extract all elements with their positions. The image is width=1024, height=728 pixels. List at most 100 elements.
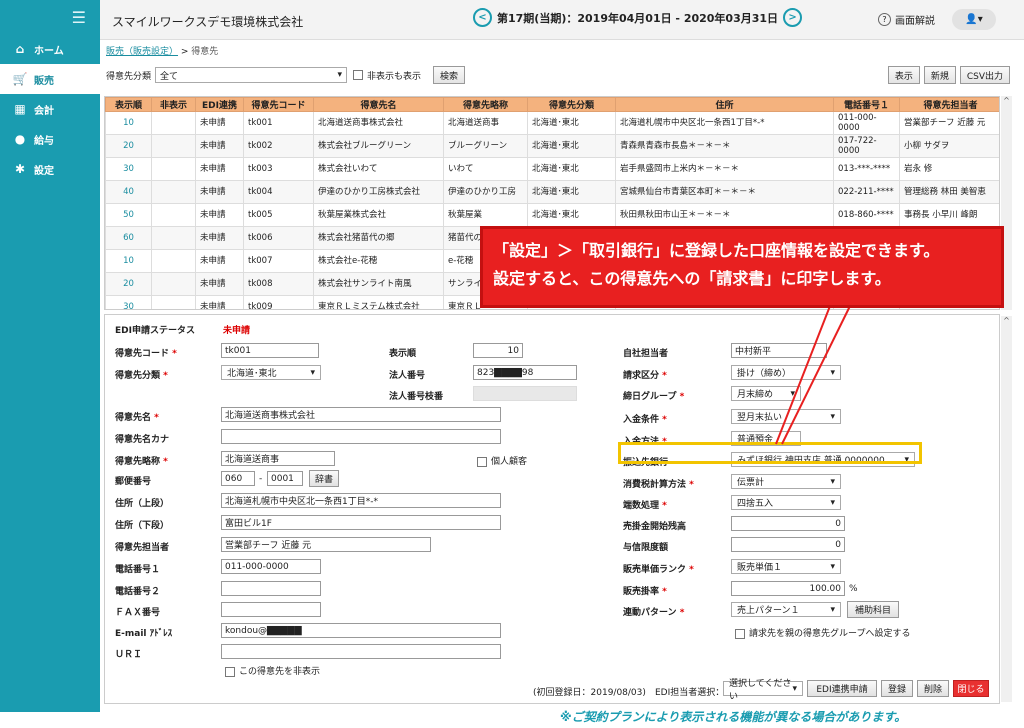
fax-label: ＦＡＸ番号 (115, 608, 161, 618)
chevron-down-icon: ▾ (830, 561, 835, 572)
payment-terms-value: 翌月末払い (737, 413, 783, 423)
app-root: ☰ ⌂ ホーム 🛒 販売 ▦ 会計 ● 給与 ✱ 設定 スマイルワークスデモ環境株式会社 … (0, 0, 1024, 728)
customer-code-input[interactable]: tk001 (221, 343, 319, 358)
table-cell: 未申請 (195, 111, 244, 135)
column-header[interactable]: 表示順 (105, 97, 152, 112)
csv-export-button[interactable]: CSV出力 (959, 66, 1010, 84)
column-header[interactable]: 住所 (615, 97, 834, 112)
table-cell: tk009 (243, 295, 314, 309)
customer-name-label: 得意先名 * (115, 410, 159, 423)
rounding-select[interactable]: 四捨五入 ▾ (731, 495, 841, 510)
billing-type-select[interactable]: 掛け（締め） ▾ (731, 365, 841, 380)
delete-button[interactable]: 削除 (917, 680, 949, 697)
table-cell: 北海道･東北 (527, 180, 616, 204)
display-order-input[interactable]: 10 (473, 343, 523, 358)
column-header[interactable]: 得意先分類 (527, 97, 616, 112)
hide-customer-checkbox[interactable] (225, 666, 235, 677)
sidebar-item-home[interactable]: ⌂ ホーム (0, 34, 100, 64)
table-cell (151, 180, 196, 204)
search-button[interactable]: 検索 (433, 66, 466, 84)
parent-group-checkbox[interactable] (735, 628, 745, 639)
address1-input[interactable]: 北海道札幌市中央区北一条西1丁目*-* (221, 493, 501, 508)
scroll-up-icon: ^ (1003, 316, 1010, 325)
sales-rate-input[interactable]: 100.00 (731, 581, 845, 596)
zip-second-input[interactable]: 0001 (267, 471, 303, 486)
contact-person-input[interactable]: 営業部チーフ 近藤 元 (221, 537, 431, 552)
price-rank-select[interactable]: 販売単価１ ▾ (731, 559, 841, 574)
category-filter-select[interactable]: 全て ▾ (155, 67, 348, 83)
edi-person-select[interactable]: 選択してください ▾ (723, 679, 803, 702)
customer-category-select[interactable]: 北海道･東北 ▾ (221, 365, 321, 380)
address2-input[interactable]: 富田ビル1F (221, 515, 501, 530)
user-menu[interactable]: 👤▾ (952, 9, 996, 30)
table-row[interactable]: 40 未申請 tk004 伊達のひかり工房株式会社 伊達のひかり工房 北海道･東北 宮城県仙… (105, 180, 999, 204)
sidebar-item-label: 設定 (34, 165, 54, 177)
table-cell: 青森県青森市長島＊－＊－＊ (615, 134, 834, 158)
corporate-number-input[interactable]: 823▇▇▇▇98 (473, 365, 577, 380)
chevron-down-icon: ▾ (790, 388, 795, 399)
corporate-branch-input[interactable] (473, 386, 577, 401)
breadcrumb-parent[interactable]: 販売（販売設定） (106, 47, 178, 57)
table-row[interactable]: 50 未申請 tk005 秋葉屋業株式会社 秋葉屋業 北海道･東北 秋田県秋田市山王＊－＊－… (105, 203, 999, 227)
form-scrollbar[interactable]: ^ (1001, 316, 1012, 702)
save-button[interactable]: 登録 (881, 680, 913, 697)
show-hidden-checkbox[interactable] (353, 70, 364, 80)
edi-apply-button[interactable]: EDI連携申請 (807, 680, 877, 697)
table-row[interactable]: 10 未申請 tk001 北海道送商事株式会社 北海道送商事 北海道･東北 北海道札幌市中央… (105, 111, 999, 135)
customer-short-input[interactable]: 北海道送商事 (221, 451, 335, 466)
help-link[interactable]: ? 画面解説 (878, 12, 935, 27)
edi-status-label: EDI申請ステータス (115, 326, 195, 336)
sidebar: ☰ ⌂ ホーム 🛒 販売 ▦ 会計 ● 給与 ✱ 設定 (0, 0, 100, 712)
column-header[interactable]: 電話番号１ (833, 97, 900, 112)
aux-account-button[interactable]: 補助科目 (847, 601, 899, 618)
closing-group-select[interactable]: 月末締め ▾ (731, 386, 801, 401)
receivable-input[interactable]: 0 (731, 516, 845, 531)
customer-short-label: 得意先略称 * (115, 454, 168, 467)
tel2-input[interactable] (221, 581, 321, 596)
table-cell (151, 249, 196, 273)
billing-type-label: 請求区分 * (623, 368, 667, 381)
display-button[interactable]: 表示 (887, 66, 920, 84)
table-row[interactable]: 20 未申請 tk002 株式会社ブルーグリーン ブルーグリーン 北海道･東北 青森県青森市… (105, 134, 999, 158)
column-header[interactable]: EDI連携 (195, 97, 244, 112)
sidebar-item-accounting[interactable]: ▦ 会計 (0, 94, 100, 124)
zip-lookup-button[interactable]: 辞書 (309, 470, 339, 487)
chevron-down-icon: ▾ (830, 604, 835, 615)
customer-category-label-text: 得意先分類 (115, 371, 161, 381)
sidebar-item-settings[interactable]: ✱ 設定 (0, 154, 100, 184)
customer-code-label-text: 得意先コード (115, 349, 170, 359)
column-header[interactable]: 得意先略称 (443, 97, 528, 112)
prev-period-button[interactable]: < (473, 8, 492, 27)
sidebar-item-sales[interactable]: 🛒 販売 (0, 64, 100, 94)
link-pattern-select[interactable]: 売上パターン１ ▾ (731, 602, 841, 617)
column-header[interactable]: 非表示 (151, 97, 196, 112)
close-button[interactable]: 閉じる (953, 680, 989, 697)
tel1-input[interactable]: 011-000-0000 (221, 559, 321, 574)
email-input[interactable]: kondou@▇▇▇▇▇ (221, 623, 501, 638)
table-cell: 北海道札幌市中央区北一条西1丁目*-* (615, 111, 834, 135)
table-row[interactable]: 30 未申請 tk003 株式会社いわて いわて 北海道･東北 岩手県盛岡市上米内＊－＊－＊… (105, 157, 999, 181)
customer-kana-input[interactable] (221, 429, 501, 444)
fax-input[interactable] (221, 602, 321, 617)
credit-limit-input[interactable]: 0 (731, 537, 845, 552)
column-header[interactable]: 得意先名 (313, 97, 444, 112)
new-button[interactable]: 新規 (923, 66, 956, 84)
sidebar-item-label: ホーム (34, 45, 64, 57)
column-header[interactable]: 得意先コード (243, 97, 314, 112)
url-input[interactable] (221, 644, 501, 659)
zip-first-input[interactable]: 060 (221, 471, 255, 486)
customer-name-input[interactable]: 北海道送商事株式会社 (221, 407, 501, 422)
staff-input[interactable]: 中村新平 (731, 343, 827, 358)
hamburger-icon[interactable]: ☰ (0, 0, 100, 34)
chevron-down-icon: ▾ (830, 411, 835, 422)
column-header[interactable]: 得意先担当者 (899, 97, 999, 112)
period-selector: < 第17期(当期)：2019年04月01日 - 2020年03月31日 > (468, 8, 807, 27)
table-cell: 013-***-**** (833, 157, 900, 181)
tax-method-select[interactable]: 伝票計 ▾ (731, 474, 841, 489)
individual-customer-checkbox[interactable] (477, 456, 487, 467)
customer-kana-label: 得意先名カナ (115, 435, 170, 445)
sidebar-item-payroll[interactable]: ● 給与 (0, 124, 100, 154)
payment-terms-select[interactable]: 翌月末払い ▾ (731, 409, 841, 424)
hide-customer-option: この得意先を非表示 (225, 664, 320, 677)
next-period-button[interactable]: > (783, 8, 803, 27)
